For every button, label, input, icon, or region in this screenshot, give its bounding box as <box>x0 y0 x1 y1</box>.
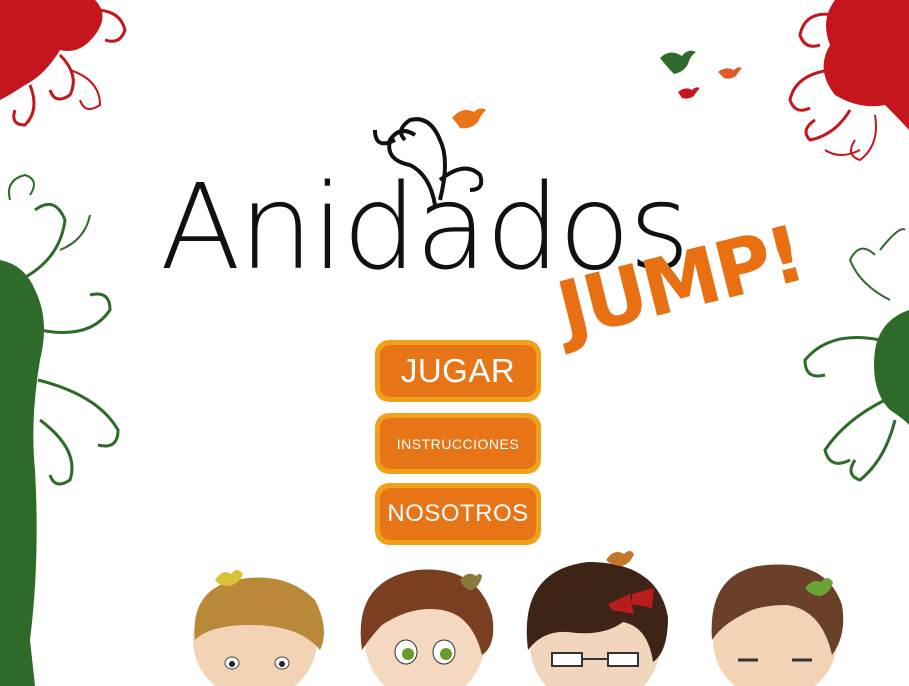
play-button-label: JUGAR <box>380 345 536 397</box>
character-2 <box>360 569 494 686</box>
green-bird-icon <box>660 50 696 74</box>
red-bird-icon <box>718 67 742 79</box>
green-tree-left <box>0 173 120 686</box>
about-button[interactable]: NOSOTROS <box>375 483 541 545</box>
red-tree-top-right <box>788 0 909 162</box>
red-tree-top-left <box>0 0 127 127</box>
orange-bird-icon <box>452 108 486 129</box>
instructions-button-label: INSTRUCCIONES <box>380 418 536 469</box>
character-faces <box>193 551 844 686</box>
character-3 <box>526 551 668 686</box>
instructions-button[interactable]: INSTRUCCIONES <box>375 413 541 474</box>
flying-birds <box>660 50 742 99</box>
green-tree-right <box>803 228 909 482</box>
about-button-label: NOSOTROS <box>380 488 536 540</box>
game-menu-screen: Anidados JUMP! JUGAR INSTRUCCIONES NOSOT… <box>0 0 909 686</box>
red-bird-icon-2 <box>678 87 700 99</box>
character-4 <box>711 564 844 686</box>
play-button[interactable]: JUGAR <box>375 340 541 402</box>
character-1 <box>193 570 324 686</box>
